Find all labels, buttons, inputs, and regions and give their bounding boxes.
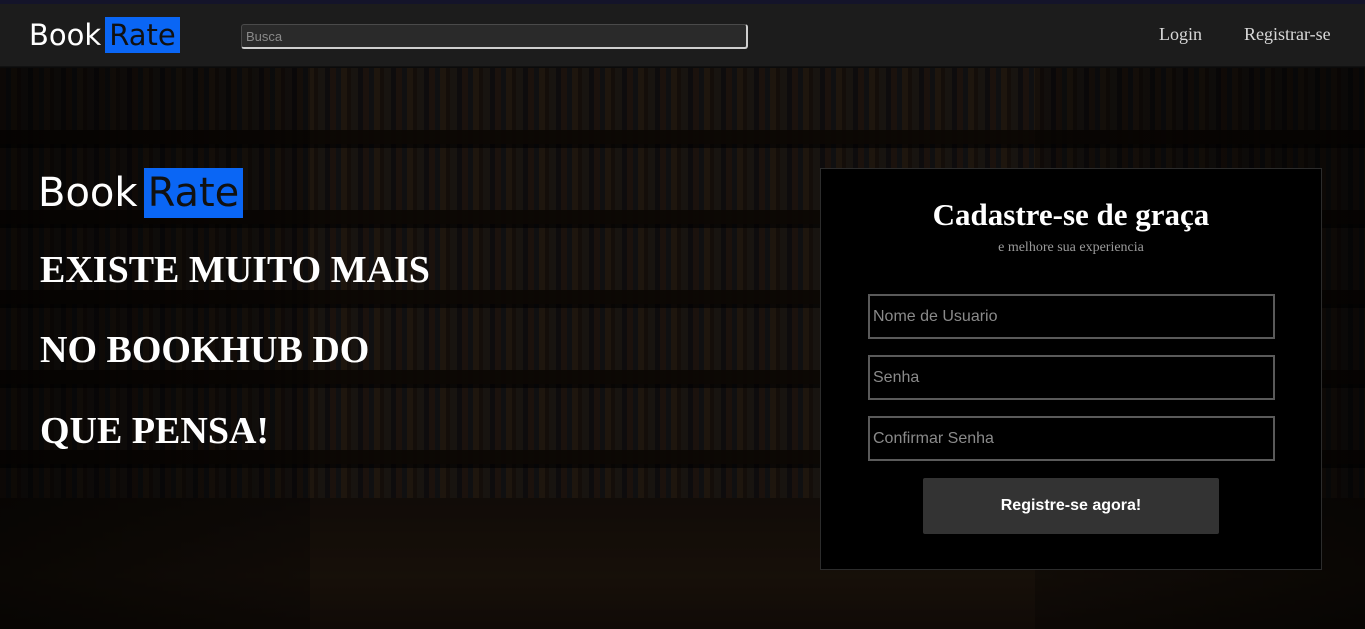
hero-logo-rate-badge: Rate [143, 168, 244, 218]
headline-line-3: QUE PENSA! [40, 410, 270, 452]
login-link[interactable]: Login [1159, 24, 1202, 45]
signup-subtitle: e melhore sua experiencia [998, 240, 1144, 255]
nav-logo[interactable]: Book Rate [29, 17, 180, 53]
hero-section: Book Rate EXISTE MUITO MAIS NO BOOKHUB D… [0, 68, 1365, 629]
navbar: Book Rate Login Registrar-se [0, 4, 1365, 67]
password-field[interactable] [868, 355, 1275, 400]
hero-logo: Book Rate [38, 168, 244, 218]
register-link[interactable]: Registrar-se [1244, 24, 1331, 45]
confirm-password-field[interactable] [868, 416, 1275, 461]
signup-title: Cadastre-se de graça [932, 197, 1210, 232]
headline-line-2: NO BOOKHUB DO [40, 329, 370, 371]
register-now-button[interactable]: Registre-se agora! [923, 478, 1219, 534]
signup-card: Cadastre-se de graça e melhore sua exper… [820, 168, 1322, 570]
search-input[interactable] [241, 24, 748, 49]
hero-logo-book-text: Book [38, 170, 138, 216]
logo-book-text: Book [29, 18, 102, 52]
username-field[interactable] [868, 294, 1275, 339]
headline-line-1: EXISTE MUITO MAIS [40, 249, 430, 291]
logo-rate-badge: Rate [105, 17, 180, 53]
